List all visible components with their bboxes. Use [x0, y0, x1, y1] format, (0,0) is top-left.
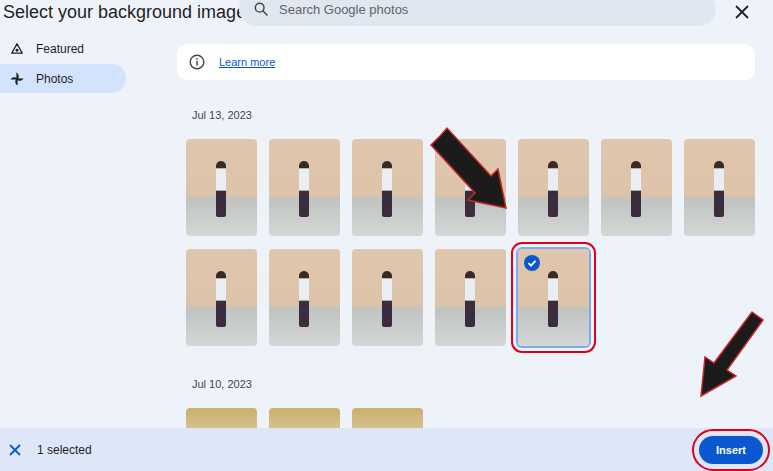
photo-tile[interactable] [435, 249, 506, 346]
photo-figure [548, 271, 558, 327]
photo-tile[interactable] [684, 139, 755, 236]
search-field[interactable]: Search Google photos [239, 0, 716, 26]
section-date: Jul 10, 2023 [192, 375, 755, 393]
photo-panel: Learn more Jul 13, 2023 Jul 10, 2023 [170, 28, 773, 428]
annotation-arrows [0, 0, 773, 471]
photo-tile[interactable] [186, 139, 257, 236]
photo-section: Jul 10, 2023 [177, 375, 755, 428]
photo-tile[interactable] [435, 139, 506, 236]
photo-tile[interactable] [269, 139, 340, 236]
photo-figure [299, 271, 309, 327]
info-card: Learn more [177, 44, 755, 80]
photo-figure [548, 161, 558, 217]
dialog-body: Featured Photos Learn more Jul 13, 2023 Jul … [0, 28, 773, 428]
photo-tile[interactable] [352, 408, 423, 428]
selection-bar: 1 selected Insert [0, 428, 773, 471]
photo-figure [216, 271, 226, 327]
photo-tile[interactable] [518, 249, 589, 346]
insert-button[interactable]: Insert [699, 436, 763, 464]
photo-tile[interactable] [269, 249, 340, 346]
photo-section: Jul 13, 2023 [177, 106, 755, 346]
photo-tile[interactable] [352, 249, 423, 346]
photo-tile[interactable] [186, 408, 257, 428]
background-picker: Select your background image Search Googl… [0, 0, 773, 471]
dialog-title: Select your background image [0, 0, 239, 23]
photo-figure [382, 271, 392, 327]
photo-tile[interactable] [352, 139, 423, 236]
sidebar-item[interactable]: Featured [0, 34, 126, 63]
photo-tile[interactable] [601, 139, 672, 236]
photo-grid [186, 408, 755, 428]
section-date: Jul 13, 2023 [192, 106, 755, 124]
arrow-icon [701, 312, 763, 396]
pinwheel-icon [10, 72, 24, 86]
photo-grid [186, 139, 755, 346]
sidebar-item[interactable]: Photos [0, 64, 126, 93]
header: Select your background image Search Googl… [0, 0, 773, 28]
photo-figure [465, 161, 475, 217]
photo-figure [382, 161, 392, 217]
photo-tile[interactable] [186, 249, 257, 346]
info-icon [189, 54, 205, 70]
selection-count: 1 selected [37, 443, 92, 457]
close-icon[interactable] [735, 5, 749, 19]
photo-tile[interactable] [518, 139, 589, 236]
photo-figure [714, 161, 724, 217]
photo-figure [465, 271, 475, 327]
photo-figure [216, 161, 226, 217]
arrow-icon [431, 128, 506, 208]
learn-more-link[interactable]: Learn more [219, 56, 275, 68]
photo-tile[interactable] [269, 408, 340, 428]
featured-icon [10, 42, 24, 56]
search-placeholder: Search Google photos [279, 2, 408, 17]
clear-selection-icon[interactable] [9, 444, 21, 456]
sidebar-label: Featured [36, 42, 84, 56]
sidebar: Featured Photos [0, 28, 170, 428]
photo-figure [299, 161, 309, 217]
search-icon [253, 1, 269, 17]
sidebar-label: Photos [36, 72, 73, 86]
check-icon [524, 255, 540, 271]
photo-figure [631, 161, 641, 217]
